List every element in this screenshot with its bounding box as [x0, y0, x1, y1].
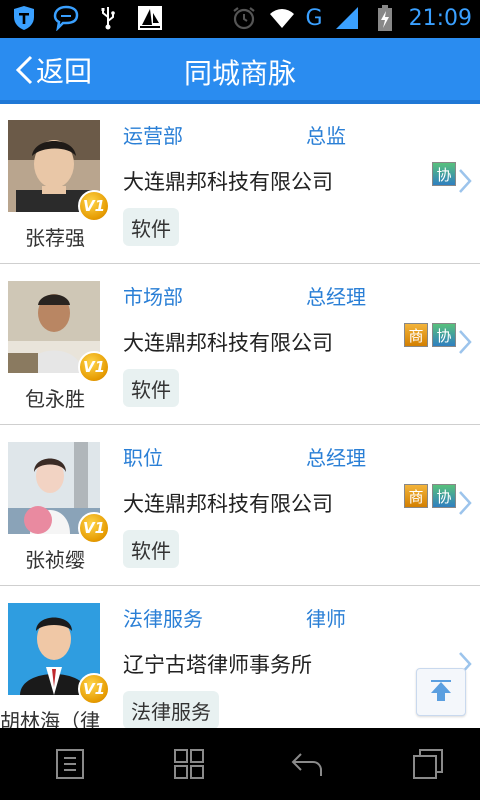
notification-icons — [10, 4, 164, 32]
contact-title: 总经理 — [306, 446, 366, 470]
contact-title: 总经理 — [306, 285, 366, 309]
contact-name: 包永胜 — [25, 387, 85, 411]
signal-icon — [333, 4, 361, 32]
chevron-right-icon — [459, 491, 472, 515]
network-type: G — [305, 5, 323, 31]
page-title: 同城商脉 — [183, 57, 296, 90]
badge-group: 商 协 — [404, 484, 456, 508]
contact-company: 大连鼎邦科技有限公司 — [123, 170, 333, 194]
clock: 21:09 — [408, 5, 472, 31]
chat-icon — [52, 4, 80, 32]
contact-title: 总监 — [306, 124, 346, 148]
vip-badge: V1 — [78, 190, 110, 222]
battery-charging-icon — [371, 4, 399, 32]
back-to-top-button[interactable] — [416, 668, 466, 716]
alarm-icon — [230, 4, 258, 32]
contact-department: 运营部 — [123, 124, 183, 148]
industry-tag: 软件 — [123, 369, 179, 407]
contact-name: 张祯缨 — [25, 548, 85, 572]
arrow-up-icon — [431, 680, 451, 701]
association-badge: 协 — [432, 323, 456, 347]
contact-item[interactable]: V1 张荐强 运营部 总监 大连鼎邦科技有限公司 软件 协 — [0, 104, 480, 264]
shield-t-icon — [10, 4, 38, 32]
chevron-right-icon — [459, 330, 472, 354]
home-grid-icon[interactable] — [173, 748, 205, 780]
contact-item[interactable]: V1 包永胜 市场部 总经理 大连鼎邦科技有限公司 软件 商 协 — [0, 265, 480, 425]
chevron-right-icon — [459, 169, 472, 193]
back-arrow-icon[interactable] — [291, 748, 323, 780]
vip-badge: V1 — [78, 673, 110, 705]
vip-badge: V1 — [78, 351, 110, 383]
association-badge: 协 — [432, 162, 456, 186]
title-bar: 返回 同城商脉 — [0, 38, 480, 104]
industry-tag: 软件 — [123, 208, 179, 246]
system-status-icons: G 21:09 — [230, 4, 472, 32]
status-bar: G 21:09 — [0, 0, 480, 38]
badge-group: 商 协 — [404, 323, 456, 347]
business-badge: 商 — [404, 484, 428, 508]
sailing-app-icon — [136, 4, 164, 32]
contact-department: 法律服务 — [123, 607, 203, 631]
association-badge: 协 — [432, 484, 456, 508]
contact-item[interactable]: V1 胡林海（律 法律服务 律师 辽宁古塔律师事务所 法律服务 — [0, 587, 480, 728]
contact-item[interactable]: V1 张祯缨 职位 总经理 大连鼎邦科技有限公司 软件 商 协 — [0, 426, 480, 586]
contact-department: 职位 — [123, 446, 163, 470]
recent-apps-icon[interactable] — [412, 748, 444, 780]
contact-name: 张荐强 — [25, 226, 85, 250]
contact-company: 大连鼎邦科技有限公司 — [123, 331, 333, 355]
industry-tag: 法律服务 — [123, 691, 219, 728]
contact-title: 律师 — [306, 607, 346, 631]
contact-company: 辽宁古塔律师事务所 — [123, 653, 312, 677]
contact-company: 大连鼎邦科技有限公司 — [123, 492, 333, 516]
contact-department: 市场部 — [123, 285, 183, 309]
vip-badge: V1 — [78, 512, 110, 544]
menu-icon[interactable] — [54, 748, 86, 780]
business-badge: 商 — [404, 323, 428, 347]
wifi-icon — [268, 4, 296, 32]
industry-tag: 软件 — [123, 530, 179, 568]
contact-name: 胡林海（律 — [0, 709, 100, 728]
system-navigation-bar — [0, 728, 480, 800]
usb-icon — [94, 4, 122, 32]
contact-list[interactable]: V1 张荐强 运营部 总监 大连鼎邦科技有限公司 软件 协 V1 包永胜 市场部… — [0, 104, 480, 728]
badge-group: 协 — [432, 162, 456, 186]
